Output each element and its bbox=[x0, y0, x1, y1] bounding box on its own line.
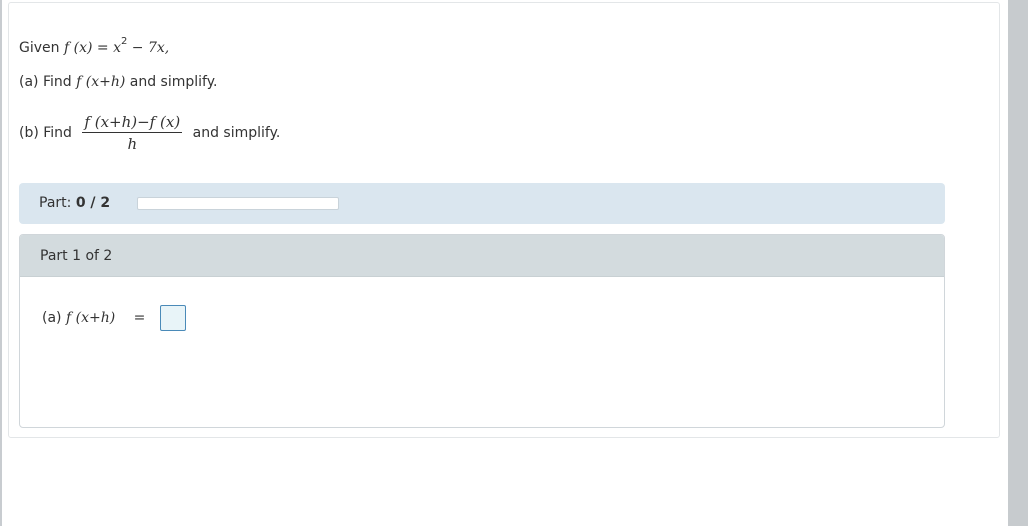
part-label-text: Part: bbox=[39, 195, 72, 211]
answer-prefix: (a) bbox=[42, 310, 62, 326]
fraction-numerator: f (x+h)−f (x) bbox=[82, 113, 183, 133]
answer-input[interactable] bbox=[159, 305, 186, 331]
part-b-prefix: (b) Find bbox=[19, 125, 72, 141]
given-equals: = bbox=[96, 40, 109, 56]
part-b-suffix: and simplify. bbox=[192, 125, 281, 141]
given-statement: Given f (x) = x2 − 7x, bbox=[19, 36, 169, 56]
left-border bbox=[0, 0, 2, 526]
part-a-suffix: and simplify. bbox=[129, 74, 218, 90]
answer-equals: = bbox=[133, 310, 146, 326]
question-part-b: (b) Find f (x+h)−f (x) h and simplify. bbox=[19, 113, 280, 153]
part-panel: Part 1 of 2 (a) f (x+h) = bbox=[19, 234, 945, 428]
question-part-a: (a) Find f (x+h) and simplify. bbox=[19, 74, 217, 90]
given-rest: − 7x, bbox=[131, 40, 170, 56]
progress-track bbox=[137, 197, 339, 210]
part-progress-label: Part: 0 / 2 bbox=[39, 195, 110, 211]
part-header: Part 1 of 2 bbox=[20, 235, 944, 277]
scrollbar[interactable] bbox=[1008, 0, 1028, 526]
given-exponent: 2 bbox=[120, 36, 128, 47]
part-a-expression: f (x+h) bbox=[76, 74, 126, 90]
part-progress-bar: Part: 0 / 2 bbox=[19, 183, 945, 224]
answer-expression: f (x+h) bbox=[65, 310, 116, 326]
given-prefix: Given bbox=[19, 40, 60, 56]
given-lhs: f (x) bbox=[63, 40, 93, 56]
given-x: x bbox=[113, 40, 121, 56]
fraction-denominator: h bbox=[127, 135, 138, 153]
answer-row: (a) f (x+h) = bbox=[42, 305, 186, 331]
part-a-prefix: (a) Find bbox=[19, 74, 72, 90]
part-progress-value: 0 / 2 bbox=[75, 195, 111, 211]
difference-quotient: f (x+h)−f (x) h bbox=[82, 113, 183, 153]
part-title: Part 1 of 2 bbox=[40, 248, 113, 264]
